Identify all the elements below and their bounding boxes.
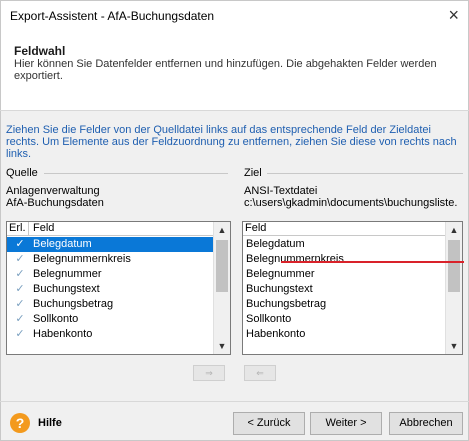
source-scrollbar[interactable]: ▲ ▼ [213, 222, 230, 354]
target-line-1: ANSI-Textdatei [244, 185, 318, 197]
source-list-item[interactable]: ✓ Habenkonto [7, 327, 213, 342]
chevron-down-icon[interactable]: ▼ [446, 338, 462, 354]
source-item-label: Belegnummernkreis [33, 253, 131, 265]
source-group-line [44, 173, 228, 174]
source-group-label: Quelle [6, 167, 38, 179]
source-list-item[interactable]: ✓ Buchungstext [7, 282, 213, 297]
page-title: Feldwahl [14, 44, 66, 58]
column-feld[interactable]: Feld [31, 222, 54, 235]
source-list-item[interactable]: ✓ Belegdatum [7, 237, 213, 252]
highlight-line [281, 261, 464, 263]
checkmark-icon[interactable]: ✓ [13, 252, 27, 267]
target-item-label: Belegdatum [246, 238, 305, 250]
target-list-header: Feld [243, 222, 445, 236]
close-icon[interactable]: × [448, 5, 459, 25]
chevron-up-icon[interactable]: ▲ [446, 222, 462, 238]
source-item-label: Buchungsbetrag [33, 298, 114, 310]
target-item-label: Sollkonto [246, 313, 292, 325]
chevron-up-icon[interactable]: ▲ [214, 222, 230, 238]
title-bar: Export-Assistent - AfA-Buchungsdaten × [0, 0, 469, 30]
remove-mapping-button[interactable]: ⇐ [244, 365, 276, 381]
target-item-label: Habenkonto [246, 328, 306, 340]
target-field-list[interactable]: Feld Belegdatum Belegnummernkreis Belegnum… [242, 221, 463, 355]
next-button[interactable]: Weiter > [310, 412, 382, 435]
source-item-label: Belegdatum [33, 238, 92, 250]
source-item-label: Sollkonto [33, 313, 79, 325]
back-button[interactable]: < Zurück [233, 412, 305, 435]
target-list-item[interactable]: Belegnummernkreis [243, 252, 445, 267]
source-list-item[interactable]: ✓ Belegnummer [7, 267, 213, 282]
source-item-label: Buchungstext [33, 283, 100, 295]
source-item-label: Habenkonto [33, 328, 93, 340]
page-description: Hier können Sie Datenfelder entfernen un… [14, 58, 437, 82]
checkmark-icon[interactable]: ✓ [13, 297, 27, 312]
target-list-item[interactable]: Belegnummer [243, 267, 445, 282]
checkmark-icon[interactable]: ✓ [13, 327, 27, 342]
checkmark-icon[interactable]: ✓ [13, 282, 27, 297]
source-field-list[interactable]: Erl. Feld ✓ Belegdatum ✓ Belegnummernkreis ✓… [6, 221, 231, 355]
source-list-header: Erl. Feld [7, 222, 213, 236]
source-line-2: AfA-Buchungsdaten [6, 197, 104, 209]
target-group-label: Ziel [244, 167, 262, 179]
target-list-item[interactable]: Belegdatum [243, 237, 445, 252]
target-group-line [267, 173, 463, 174]
target-line-2: c:\users\gkadmin\documents\buchungsliste… [244, 197, 458, 209]
target-item-label: Buchungstext [246, 283, 313, 295]
column-erl[interactable]: Erl. [7, 222, 29, 235]
window-title: Export-Assistent - AfA-Buchungsdaten [10, 9, 215, 23]
help-icon[interactable]: ? [10, 413, 30, 433]
source-list-item[interactable]: ✓ Sollkonto [7, 312, 213, 327]
checkmark-icon[interactable]: ✓ [13, 237, 27, 252]
wizard-footer: ? Hilfe < Zurück Weiter > Abbrechen [0, 402, 469, 441]
target-item-label: Belegnummer [246, 268, 315, 280]
add-mapping-button[interactable]: ⇒ [193, 365, 225, 381]
target-list-item[interactable]: Habenkonto [243, 327, 445, 342]
target-item-label: Buchungsbetrag [246, 298, 327, 310]
source-line-1: Anlagenverwaltung [6, 185, 100, 197]
instruction-text: Ziehen Sie die Felder von der Quelldatei… [6, 124, 457, 160]
checkmark-icon[interactable]: ✓ [13, 267, 27, 282]
target-list-item[interactable]: Buchungsbetrag [243, 297, 445, 312]
checkmark-icon[interactable]: ✓ [13, 312, 27, 327]
target-list-item[interactable]: Sollkonto [243, 312, 445, 327]
source-list-item[interactable]: ✓ Belegnummernkreis [7, 252, 213, 267]
wizard-header: Feldwahl Hier können Sie Datenfelder ent… [0, 30, 469, 110]
source-list-item[interactable]: ✓ Buchungsbetrag [7, 297, 213, 312]
help-link[interactable]: Hilfe [38, 417, 62, 429]
wizard-content: Ziehen Sie die Felder von der Quelldatei… [0, 111, 469, 401]
target-list-item[interactable]: Buchungstext [243, 282, 445, 297]
cancel-button[interactable]: Abbrechen [389, 412, 463, 435]
column-feld[interactable]: Feld [243, 222, 266, 235]
source-item-label: Belegnummer [33, 268, 102, 280]
target-item-label: Belegnummernkreis [246, 253, 344, 265]
target-scrollbar[interactable]: ▲ ▼ [445, 222, 462, 354]
chevron-down-icon[interactable]: ▼ [214, 338, 230, 354]
source-scroll-thumb[interactable] [216, 240, 228, 292]
target-scroll-thumb[interactable] [448, 240, 460, 292]
